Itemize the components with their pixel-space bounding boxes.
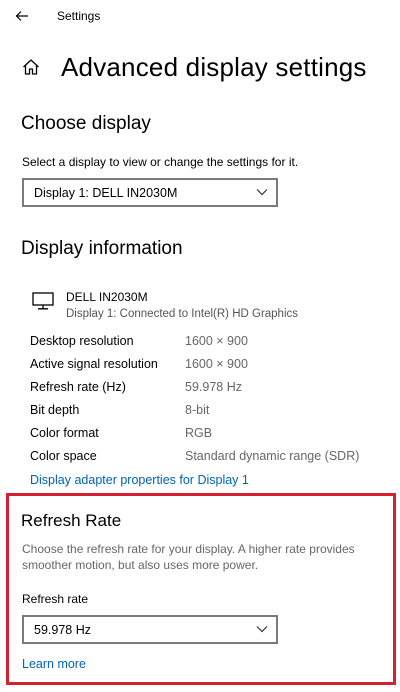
- info-label: Active signal resolution: [30, 357, 158, 371]
- info-value: 1600 × 900: [185, 334, 248, 348]
- info-row-color-format: Color format RGB: [30, 424, 370, 447]
- info-row-desktop-resolution: Desktop resolution 1600 × 900: [30, 332, 370, 355]
- display-select[interactable]: Display 1: DELL IN2030M: [22, 178, 278, 207]
- page-title: Advanced display settings: [61, 51, 367, 82]
- refresh-rate-description: Choose the refresh rate for your display…: [22, 542, 355, 572]
- info-value: RGB: [185, 426, 213, 440]
- info-label: Bit depth: [30, 403, 80, 417]
- title-bar: Settings: [0, 0, 400, 32]
- info-label: Color format: [30, 426, 99, 440]
- info-row-refresh-rate: Refresh rate (Hz) 59.978 Hz: [30, 378, 370, 401]
- info-label: Refresh rate (Hz): [30, 380, 126, 394]
- refresh-rate-heading: Refresh Rate: [21, 511, 122, 530]
- info-row-bit-depth: Bit depth 8-bit: [30, 401, 370, 424]
- choose-display-heading: Choose display: [21, 113, 151, 134]
- info-row-color-space: Color space Standard dynamic range (SDR): [30, 447, 370, 470]
- learn-more-link[interactable]: Learn more: [22, 657, 86, 671]
- info-value: 59.978 Hz: [185, 380, 242, 394]
- chevron-down-icon: [256, 626, 268, 633]
- info-label: Color space: [30, 449, 97, 463]
- chevron-down-icon: [256, 189, 268, 196]
- display-select-value: Display 1: DELL IN2030M: [34, 186, 178, 200]
- refresh-rate-field-label: Refresh rate: [22, 592, 89, 606]
- app-title: Settings: [57, 9, 101, 23]
- display-adapter-properties-link[interactable]: Display adapter properties for Display 1: [30, 473, 249, 487]
- display-info-table: Desktop resolution 1600 × 900 Active sig…: [30, 332, 370, 470]
- info-value: 1600 × 900: [185, 357, 248, 371]
- monitor-name: DELL IN2030M: [66, 290, 148, 304]
- info-label: Desktop resolution: [30, 334, 134, 348]
- refresh-rate-select[interactable]: 59.978 Hz: [22, 615, 278, 644]
- page-header: Advanced display settings: [20, 50, 367, 84]
- back-button[interactable]: [10, 5, 34, 27]
- info-value: Standard dynamic range (SDR): [185, 449, 360, 463]
- arrow-left-icon: [15, 11, 28, 21]
- monitor-connection: Display 1: Connected to Intel(R) HD Grap…: [66, 308, 299, 320]
- info-value: 8-bit: [185, 403, 210, 417]
- info-row-active-signal-resolution: Active signal resolution 1600 × 900: [30, 355, 370, 378]
- refresh-rate-select-value: 59.978 Hz: [34, 623, 91, 637]
- monitor-icon: [32, 292, 54, 310]
- display-information-heading: Display information: [21, 238, 183, 259]
- choose-display-description: Select a display to view or change the s…: [22, 155, 299, 169]
- home-icon[interactable]: [20, 56, 42, 78]
